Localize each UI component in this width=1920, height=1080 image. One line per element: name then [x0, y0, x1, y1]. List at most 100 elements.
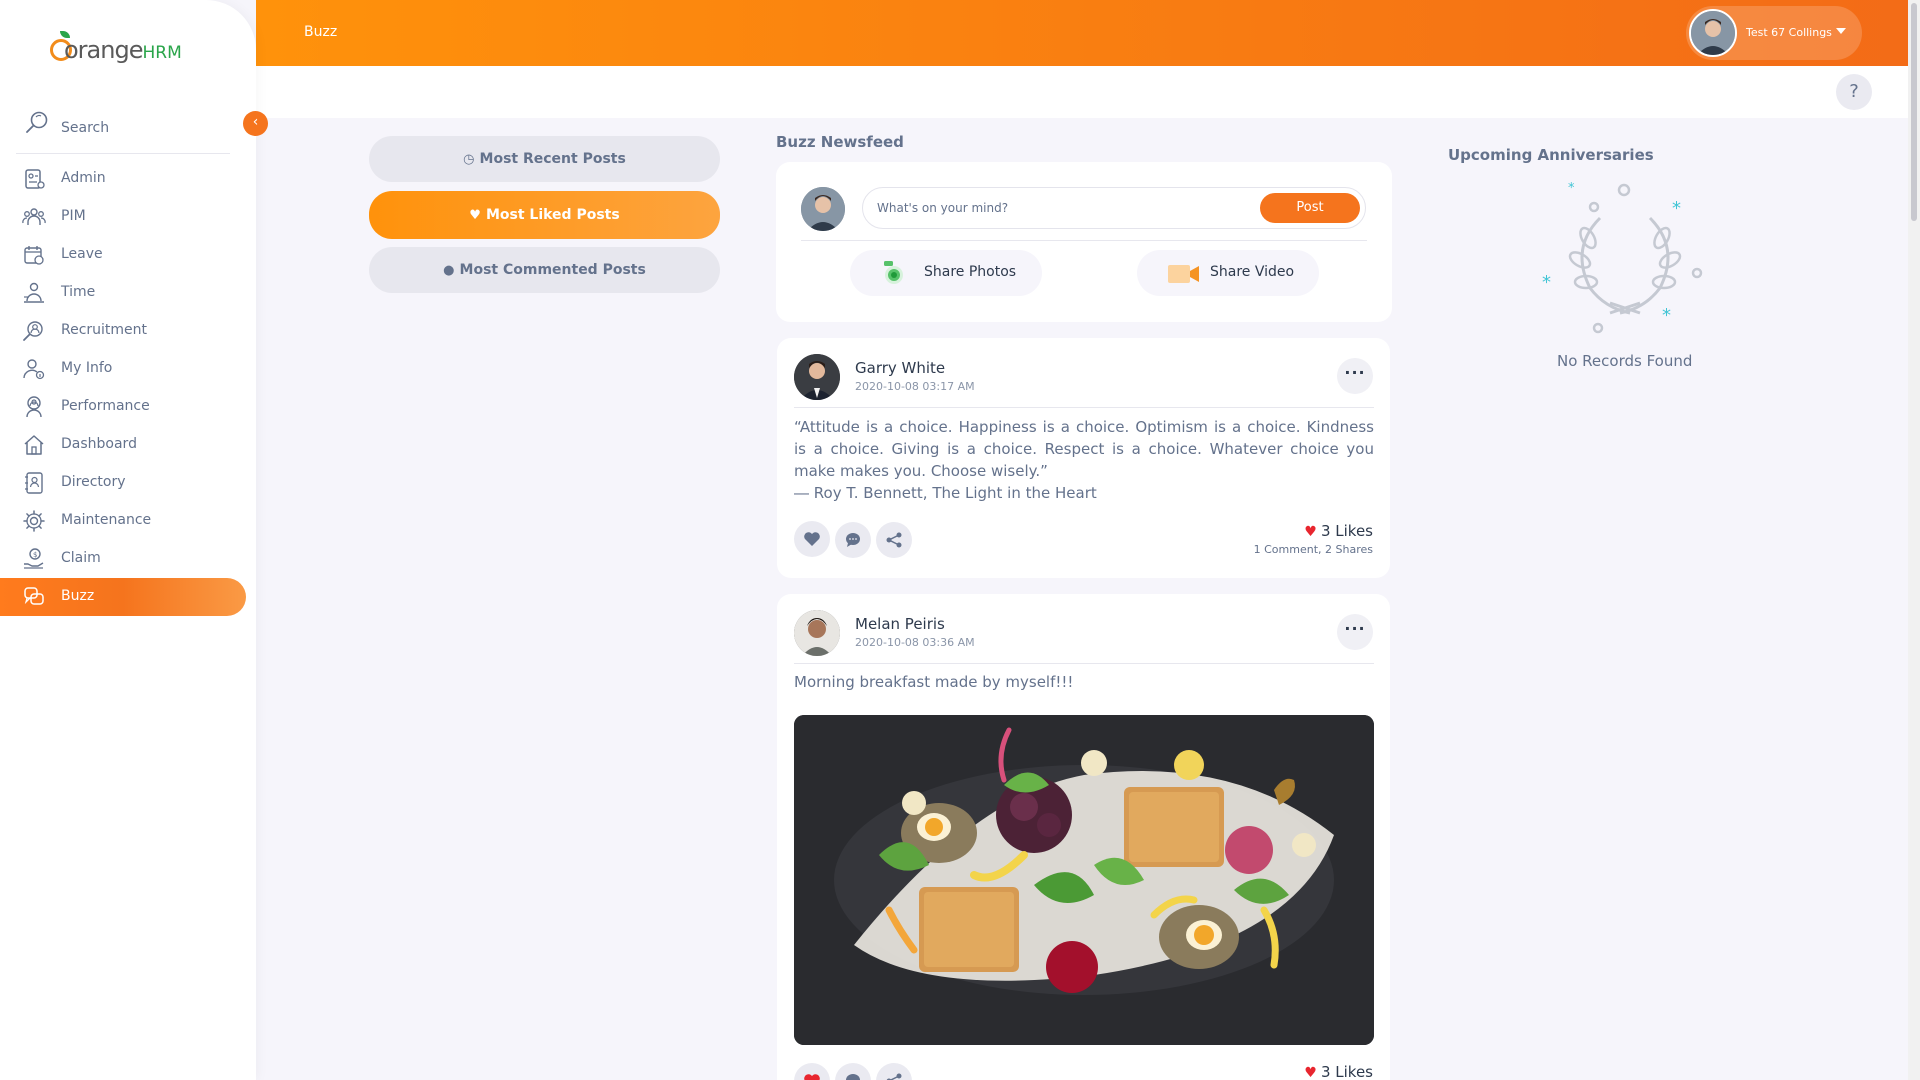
- likes-label: 3 Likes: [1320, 1063, 1373, 1080]
- comments-count[interactable]: 1 Comment: [1254, 543, 1318, 556]
- svg-text:*: *: [1568, 181, 1575, 196]
- claim-icon: $: [22, 547, 46, 571]
- sidebar-item-directory[interactable]: Directory: [0, 464, 256, 502]
- sidebar-item-label: Recruitment: [61, 322, 148, 338]
- likes-count[interactable]: ♥ 3 Likes: [1304, 1063, 1373, 1080]
- sidebar-menu: Admin PIM Leave Time Recruitment My Info…: [0, 160, 256, 616]
- sidebar-item-label: Maintenance: [61, 512, 152, 528]
- avatar: [1689, 9, 1737, 57]
- comment-button[interactable]: [835, 522, 871, 558]
- help-button[interactable]: ?: [1836, 74, 1872, 110]
- user-dropdown[interactable]: Test 67 Collings: [1686, 6, 1862, 60]
- most-commented-posts-button[interactable]: ● Most Commented Posts: [369, 247, 720, 293]
- more-options-button[interactable]: ···: [1337, 614, 1373, 650]
- sidebar-item-maintenance[interactable]: Maintenance: [0, 502, 256, 540]
- post-date: 2020-10-08 03:17 AM: [855, 380, 975, 393]
- heart-icon: [804, 1074, 820, 1080]
- sidebar-item-buzz[interactable]: Buzz: [0, 578, 246, 616]
- post-text: Morning breakfast made by myself!!!: [794, 673, 1074, 691]
- post-author[interactable]: Melan Peiris: [855, 615, 945, 633]
- logo-suffix: HRM: [142, 43, 182, 63]
- top-bar: Buzz Test 67 Collings: [256, 0, 1920, 66]
- post-image[interactable]: [794, 715, 1374, 1045]
- sidebar-search-label: Search: [61, 120, 110, 136]
- most-liked-posts-button[interactable]: ♥ Most Liked Posts: [369, 191, 720, 239]
- newsfeed-title: Buzz Newsfeed: [776, 133, 904, 151]
- buzz-icon: [22, 585, 46, 609]
- user-name: Test 67 Collings: [1746, 26, 1832, 39]
- sidebar-item-label: Leave: [61, 246, 103, 262]
- admin-icon: [22, 167, 46, 191]
- share-button[interactable]: [876, 522, 912, 558]
- divider: [794, 663, 1374, 664]
- post-card: Garry White 2020-10-08 03:17 AM ··· “Att…: [777, 338, 1390, 578]
- sidebar-item-label: Admin: [61, 170, 106, 186]
- post-composer: Post Share Photos Share Video: [776, 162, 1392, 322]
- my-info-icon: [22, 357, 46, 381]
- sidebar-item-label: Dashboard: [61, 436, 137, 452]
- filter-label: Most Commented Posts: [459, 262, 646, 278]
- post-card: Melan Peiris 2020-10-08 03:36 AM ··· Mor…: [777, 594, 1390, 1080]
- scrollbar-thumb[interactable]: [1911, 3, 1917, 221]
- filter-label: Most Recent Posts: [479, 151, 626, 167]
- svg-text:*: *: [1672, 198, 1681, 219]
- heart-icon: ♥: [469, 208, 481, 223]
- avatar[interactable]: [794, 354, 840, 400]
- post-author[interactable]: Garry White: [855, 359, 945, 377]
- sidebar-item-admin[interactable]: Admin: [0, 160, 256, 198]
- avatar: [801, 187, 845, 231]
- sidebar-item-claim[interactable]: $ Claim: [0, 540, 256, 578]
- sidebar-item-leave[interactable]: Leave: [0, 236, 256, 274]
- post-date: 2020-10-08 03:36 AM: [855, 636, 975, 649]
- post-button[interactable]: Post: [1260, 193, 1360, 223]
- chevron-down-icon: [1836, 28, 1846, 34]
- shares-count[interactable]: 2 Shares: [1325, 543, 1373, 556]
- directory-icon: [22, 471, 46, 495]
- sidebar-item-label: PIM: [61, 208, 86, 224]
- logo-text: orangeHRM: [64, 36, 182, 64]
- sidebar-item-label: Performance: [61, 398, 150, 414]
- sidebar-item-label: Time: [61, 284, 96, 300]
- pim-icon: [22, 205, 46, 229]
- time-icon: [22, 281, 46, 305]
- svg-text:*: *: [1662, 305, 1671, 326]
- post-text: “Attitude is a choice. Happiness is a ch…: [794, 418, 1374, 480]
- most-recent-posts-button[interactable]: ◷ Most Recent Posts: [369, 136, 720, 182]
- home-icon: [22, 433, 46, 457]
- post-counts: 1 Comment, 2 Shares: [1253, 543, 1373, 556]
- sub-header: ?: [256, 66, 1920, 118]
- clock-icon: ◷: [463, 152, 475, 167]
- share-button[interactable]: [876, 1063, 912, 1080]
- page-scrollbar[interactable]: [1908, 0, 1920, 1080]
- divider: [794, 407, 1374, 408]
- like-button[interactable]: [794, 1063, 830, 1080]
- comment-icon: ●: [443, 263, 455, 278]
- sidebar-item-my-info[interactable]: My Info: [0, 350, 256, 388]
- sidebar-item-time[interactable]: Time: [0, 274, 256, 312]
- comment-icon: [846, 1074, 860, 1080]
- sidebar-item-pim[interactable]: PIM: [0, 198, 256, 236]
- svg-text:$: $: [33, 551, 37, 559]
- sidebar-item-label: Directory: [61, 474, 126, 490]
- more-options-button[interactable]: ···: [1337, 358, 1373, 394]
- heart-icon: ♥: [1304, 524, 1317, 540]
- share-icon: [886, 532, 902, 548]
- recruitment-icon: [22, 319, 46, 343]
- comment-icon: [846, 533, 860, 547]
- like-button[interactable]: [794, 521, 830, 557]
- share-video-button[interactable]: Share Video: [1137, 250, 1319, 296]
- anniversaries-title: Upcoming Anniversaries: [1448, 146, 1654, 164]
- collapse-sidebar-button[interactable]: ‹: [243, 111, 268, 136]
- sidebar-item-dashboard[interactable]: Dashboard: [0, 426, 256, 464]
- sidebar-search[interactable]: Search: [16, 108, 230, 154]
- divider: [801, 240, 1367, 241]
- sidebar-item-recruitment[interactable]: Recruitment: [0, 312, 256, 350]
- likes-count[interactable]: ♥ 3 Likes: [1304, 522, 1373, 540]
- comment-button[interactable]: [835, 1063, 871, 1080]
- sidebar-item-performance[interactable]: Performance: [0, 388, 256, 426]
- share-photos-button[interactable]: Share Photos: [850, 250, 1042, 296]
- heart-icon: ♥: [1304, 1065, 1317, 1080]
- avatar[interactable]: [794, 610, 840, 656]
- svg-text:*: *: [1542, 272, 1551, 293]
- logo-wordmark: orange: [64, 36, 143, 64]
